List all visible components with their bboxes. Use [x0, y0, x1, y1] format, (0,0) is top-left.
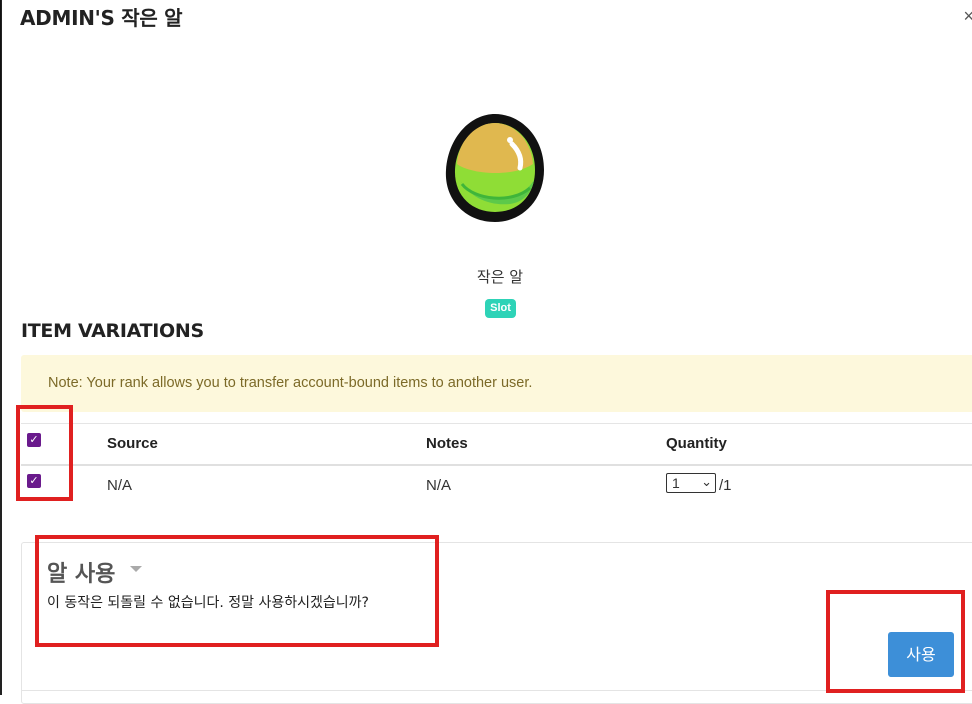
- row-notes: N/A: [426, 477, 452, 494]
- highlight-checkboxes: [16, 405, 73, 501]
- highlight-use-button: [826, 590, 965, 693]
- green-egg-icon: [445, 114, 544, 222]
- column-notes: Notes: [426, 435, 468, 452]
- close-icon[interactable]: ×: [963, 6, 972, 27]
- column-quantity: Quantity: [666, 435, 727, 452]
- modal-title: ADMIN'S 작은 알: [20, 6, 183, 30]
- window-edge-dark: [0, 0, 1, 140]
- note-text: Note: Your rank allows you to transfer a…: [48, 375, 533, 391]
- item-variations-title: ITEM VARIATIONS: [21, 320, 204, 342]
- slot-badge: Slot: [485, 299, 516, 318]
- quantity-max: /1: [719, 477, 732, 494]
- table-header-divider: [21, 464, 972, 466]
- chevron-down-icon: ⌄: [701, 474, 712, 489]
- item-name: 작은 알: [476, 268, 524, 286]
- row-source: N/A: [107, 477, 133, 494]
- item-image: [440, 108, 550, 228]
- table-border: [21, 423, 972, 424]
- quantity-select[interactable]: 1 ⌄: [666, 473, 716, 493]
- quantity-value: 1: [672, 475, 680, 491]
- highlight-use-section: [35, 535, 439, 647]
- note-alert: Note: Your rank allows you to transfer a…: [21, 355, 972, 412]
- column-source: Source: [107, 435, 158, 452]
